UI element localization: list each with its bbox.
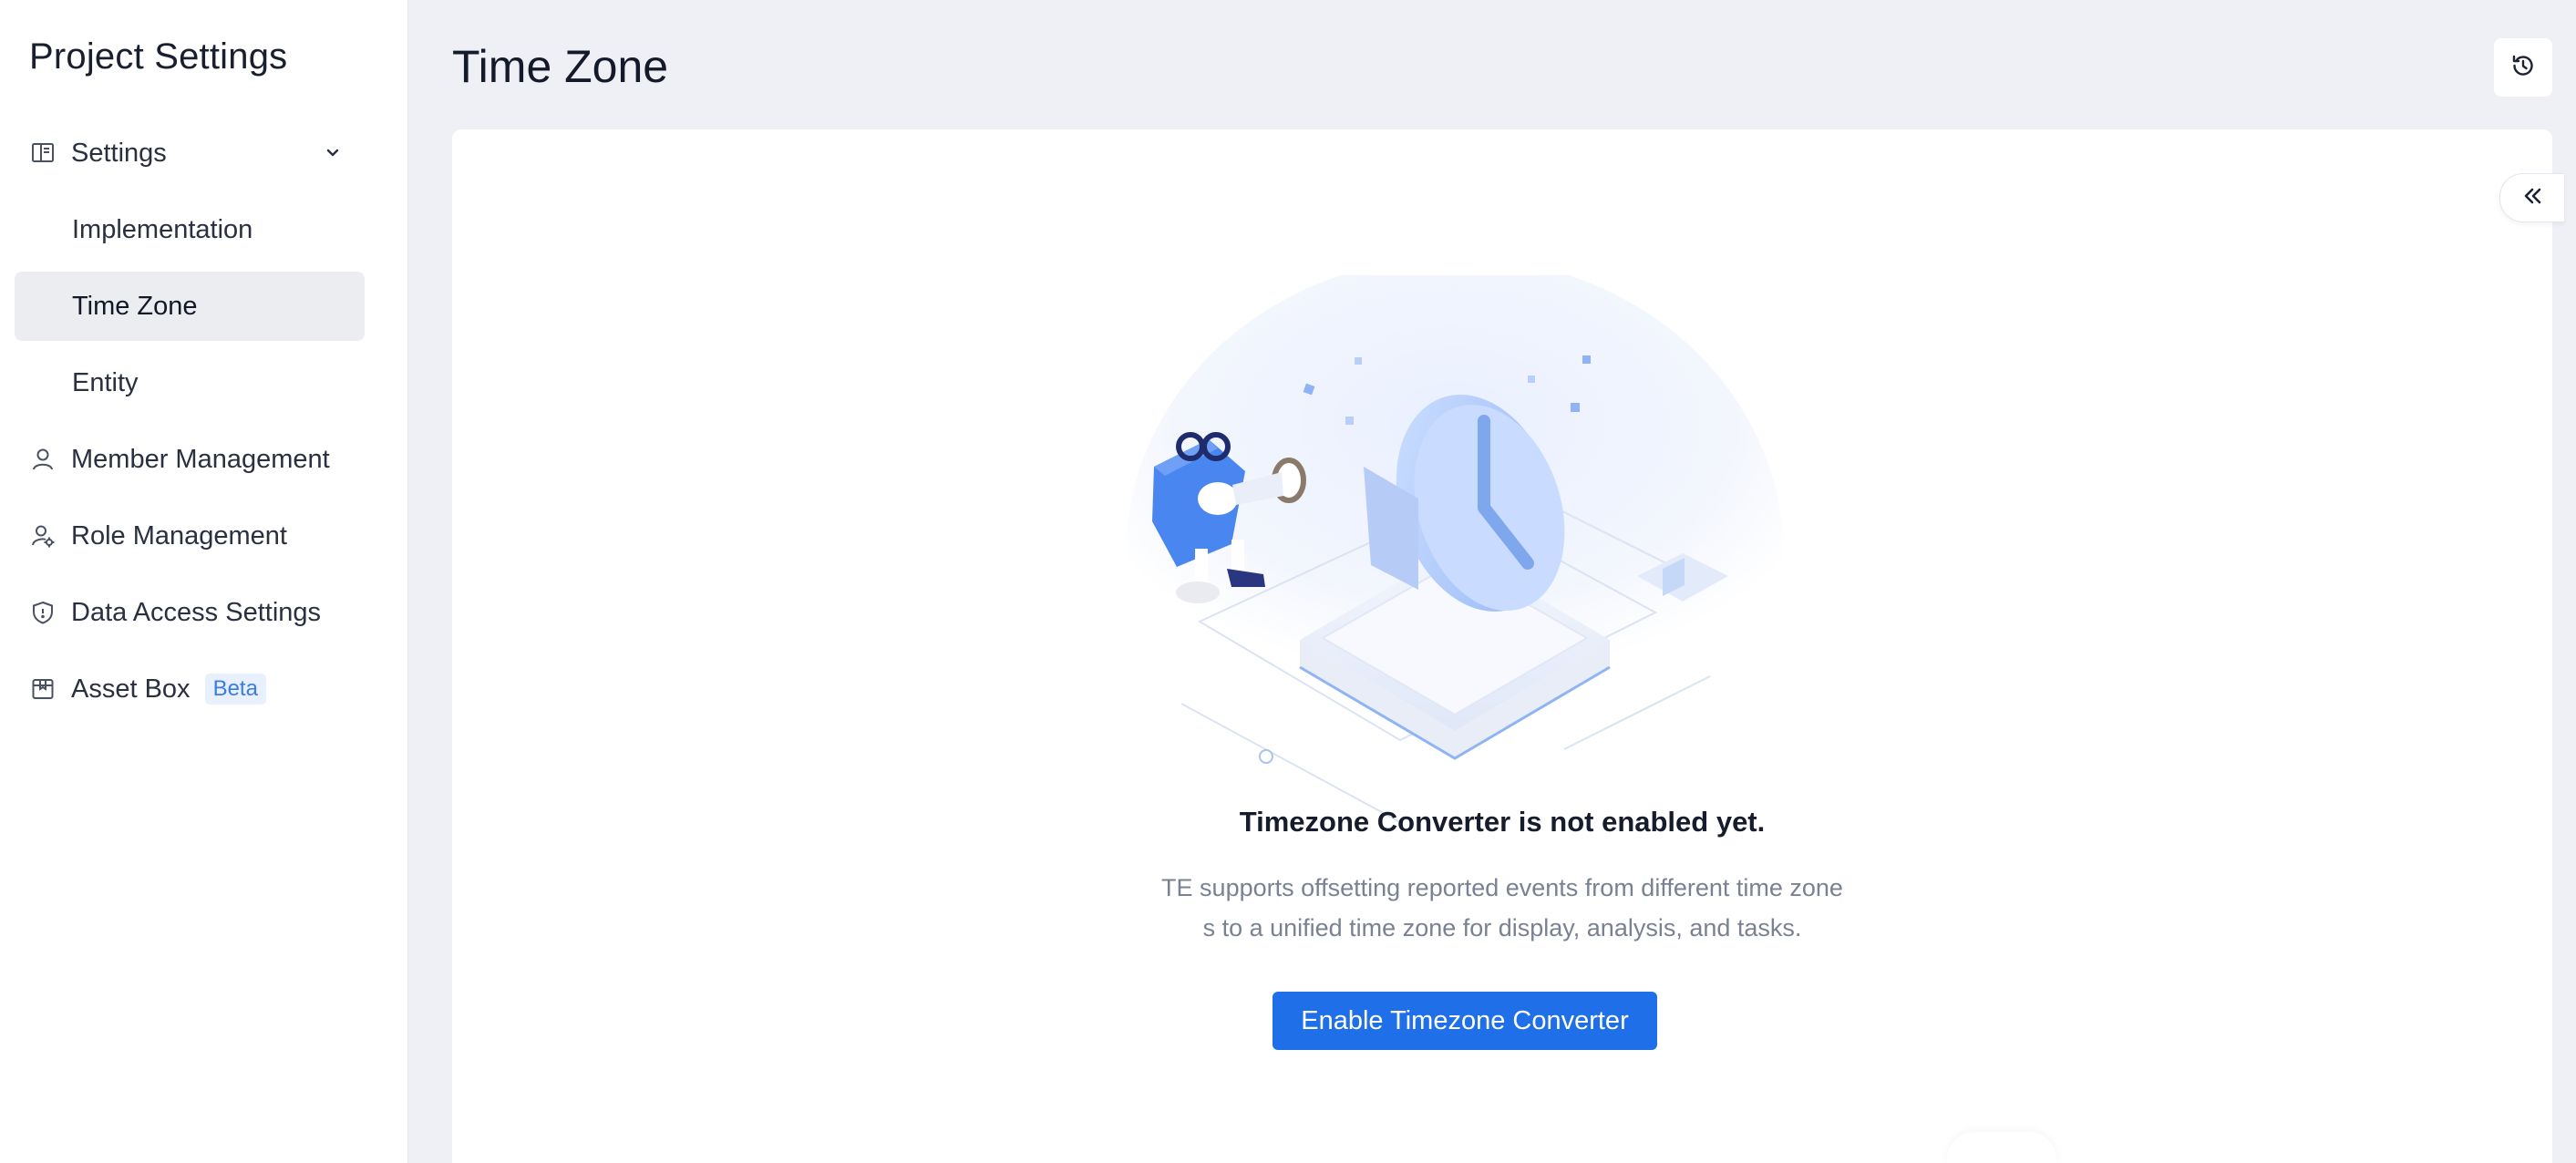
sidebar-item-implementation[interactable]: Implementation bbox=[15, 195, 365, 264]
beta-badge: Beta bbox=[204, 674, 266, 705]
empty-state-title: Timezone Converter is not enabled yet. bbox=[1239, 806, 1766, 838]
shield-icon bbox=[29, 599, 57, 626]
sidebar-item-label: Entity bbox=[72, 367, 139, 397]
history-icon bbox=[2509, 52, 2537, 84]
timezone-illustration bbox=[1127, 275, 1783, 823]
empty-state-description-line2: s to a unified time zone for display, an… bbox=[1202, 914, 1802, 942]
sidebar: Project Settings Settings Implementation bbox=[0, 0, 408, 1163]
sidebar-item-data-access-settings[interactable]: Data Access Settings bbox=[15, 578, 365, 647]
sidebar-item-label: Time Zone bbox=[72, 291, 198, 321]
empty-state-description-line1: TE supports offsetting reported events f… bbox=[1161, 874, 1843, 901]
sidebar-item-label: Asset Box bbox=[71, 674, 191, 704]
decorative-shape bbox=[1947, 1132, 2056, 1163]
book-open-icon bbox=[29, 139, 57, 167]
sidebar-item-label: Data Access Settings bbox=[71, 597, 322, 627]
sidebar-item-asset-box[interactable]: Asset Box Beta bbox=[15, 654, 365, 724]
enable-timezone-converter-button[interactable]: Enable Timezone Converter bbox=[1273, 992, 1657, 1050]
history-button[interactable] bbox=[2494, 38, 2552, 97]
user-gear-icon bbox=[29, 522, 57, 550]
sidebar-item-label: Role Management bbox=[71, 520, 287, 551]
user-icon bbox=[29, 446, 57, 473]
sidebar-item-member-management[interactable]: Member Management bbox=[15, 425, 365, 494]
double-chevron-left-icon bbox=[2519, 183, 2545, 213]
sidebar-item-entity[interactable]: Entity bbox=[15, 348, 365, 417]
sidebar-item-label: Implementation bbox=[72, 214, 253, 244]
sidebar-item-settings[interactable]: Settings bbox=[15, 118, 365, 188]
content-card: Timezone Converter is not enabled yet. T… bbox=[452, 129, 2552, 1163]
sidebar-item-label: Member Management bbox=[71, 444, 330, 474]
sidebar-item-label: Settings bbox=[71, 138, 167, 168]
collapse-panel-button[interactable] bbox=[2499, 173, 2564, 222]
box-icon bbox=[29, 675, 57, 703]
app-root: Project Settings Settings Implementation bbox=[0, 0, 2576, 1163]
page-title: Time Zone bbox=[452, 41, 669, 92]
empty-state-description: TE supports offsetting reported events f… bbox=[1090, 868, 1914, 948]
sidebar-title: Project Settings bbox=[29, 36, 288, 77]
sidebar-item-role-management[interactable]: Role Management bbox=[15, 501, 365, 571]
sidebar-item-time-zone[interactable]: Time Zone bbox=[15, 272, 365, 341]
chevron-down-icon[interactable] bbox=[321, 141, 345, 165]
